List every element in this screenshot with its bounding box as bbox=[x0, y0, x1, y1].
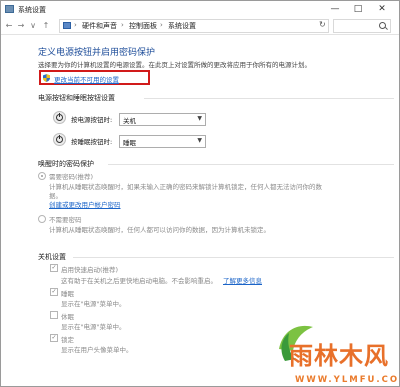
system-settings-window: 系统设置 — □ ✕ ← → ∨ ↑ › 硬件和声音 › 控制面板 › 系统设置… bbox=[0, 0, 400, 387]
shield-icon bbox=[43, 74, 50, 82]
close-button[interactable]: ✕ bbox=[375, 3, 389, 15]
power-button-icon bbox=[53, 111, 66, 124]
hibernate-checkbox[interactable] bbox=[50, 311, 58, 319]
power-button-label: 按电源按钮时: bbox=[71, 116, 113, 124]
sleep-button-action-select[interactable]: 睡眠 ▼ bbox=[119, 135, 206, 148]
breadcrumb-separator: › bbox=[121, 21, 124, 29]
password-section-title: 唤醒时的密码保护 bbox=[38, 160, 94, 168]
recent-locations-button[interactable]: ∨ bbox=[28, 20, 38, 31]
search-input[interactable] bbox=[333, 19, 391, 33]
fast-startup-label: 启用快速启动(推荐) bbox=[61, 266, 119, 274]
change-unavailable-settings-link[interactable]: 更改当前不可用的设置 bbox=[54, 74, 119, 84]
watermark-logo: 雨林木风 WWW.YLMFU.COM bbox=[269, 321, 400, 387]
sleep-button-icon bbox=[53, 133, 66, 146]
search-icon bbox=[379, 22, 386, 29]
breadcrumb-item-hardware[interactable]: 硬件和声音 bbox=[82, 21, 117, 31]
fast-startup-desc: 这有助于在关机之后更快地启动电脑。不会影响重启。 bbox=[61, 277, 217, 285]
lock-label: 锁定 bbox=[61, 336, 74, 344]
window-title: 系统设置 bbox=[18, 6, 46, 14]
learn-more-link[interactable]: 了解更多信息 bbox=[223, 275, 262, 285]
sleep-desc: 显示在"电源"菜单中。 bbox=[61, 300, 126, 308]
lock-checkbox[interactable]: ✓ bbox=[50, 334, 58, 342]
address-bar: ← → ∨ ↑ › 硬件和声音 › 控制面板 › 系统设置 ↻ bbox=[1, 18, 399, 35]
require-password-radio[interactable] bbox=[38, 172, 46, 180]
sleep-button-label: 按睡眠按钮时: bbox=[71, 138, 113, 146]
section-divider bbox=[144, 98, 394, 99]
change-settings-highlight[interactable]: 更改当前不可用的设置 bbox=[39, 70, 150, 85]
watermark-text: 雨林木风 bbox=[289, 341, 389, 370]
page-title: 定义电源按钮并启用密码保护 bbox=[38, 48, 156, 58]
chevron-down-icon: ▼ bbox=[197, 115, 202, 122]
refresh-button[interactable]: ↻ bbox=[319, 20, 326, 29]
no-password-radio[interactable] bbox=[38, 215, 46, 223]
hibernate-desc: 显示在"电源"菜单中。 bbox=[61, 323, 126, 331]
section-divider bbox=[73, 257, 394, 258]
up-button[interactable]: ↑ bbox=[41, 20, 51, 31]
create-password-link[interactable]: 创建或更改用户帐户密码 bbox=[49, 199, 121, 209]
shutdown-section-title: 关机设置 bbox=[38, 253, 66, 261]
forward-button[interactable]: → bbox=[16, 20, 26, 31]
power-button-action-select[interactable]: 关机 ▼ bbox=[119, 113, 206, 126]
watermark-url: WWW.YLMFU.COM bbox=[295, 375, 400, 385]
maximize-button[interactable]: □ bbox=[351, 3, 365, 15]
control-panel-icon bbox=[5, 5, 14, 13]
section-divider bbox=[108, 164, 394, 165]
breadcrumb-separator: › bbox=[74, 21, 77, 29]
lock-desc: 显示在用户头像菜单中。 bbox=[61, 346, 133, 354]
no-password-desc: 计算机从睡眠状态唤醒时，任何人都可以访问你的数据，因为计算机未锁定。 bbox=[49, 226, 270, 234]
hibernate-label: 休眠 bbox=[61, 313, 74, 321]
require-password-desc: 计算机从睡眠状态唤醒时，如果未输入正确的密码来解锁计算机锁定，任何人都无法访问你… bbox=[49, 183, 322, 191]
power-button-action-value: 关机 bbox=[123, 117, 136, 125]
breadcrumb-item-system-settings[interactable]: 系统设置 bbox=[168, 21, 196, 31]
back-button[interactable]: ← bbox=[4, 20, 14, 31]
breadcrumb-separator: › bbox=[160, 21, 163, 29]
breadcrumb-item-power[interactable]: 控制面板 bbox=[129, 21, 157, 31]
breadcrumb[interactable]: › 硬件和声音 › 控制面板 › 系统设置 bbox=[59, 19, 329, 33]
sleep-button-action-value: 睡眠 bbox=[123, 139, 136, 147]
chevron-down-icon: ▼ bbox=[197, 137, 202, 144]
minimize-button[interactable]: — bbox=[328, 3, 342, 15]
power-buttons-section-title: 电源按钮和睡眠按钮设置 bbox=[38, 94, 115, 102]
title-bar: 系统设置 — □ ✕ bbox=[1, 1, 399, 18]
require-password-label: 需要密码(推荐) bbox=[49, 173, 94, 181]
sleep-checkbox[interactable]: ✓ bbox=[50, 288, 58, 296]
sleep-label: 睡眠 bbox=[61, 290, 74, 298]
no-password-label: 不需要密码 bbox=[49, 216, 82, 224]
fast-startup-checkbox[interactable]: ✓ bbox=[50, 264, 58, 272]
control-panel-icon bbox=[63, 22, 71, 29]
page-description: 选择要为你的计算机设置的电源设置。在此页上对设置所做的更改将应用于你所有的电源计… bbox=[38, 61, 311, 69]
